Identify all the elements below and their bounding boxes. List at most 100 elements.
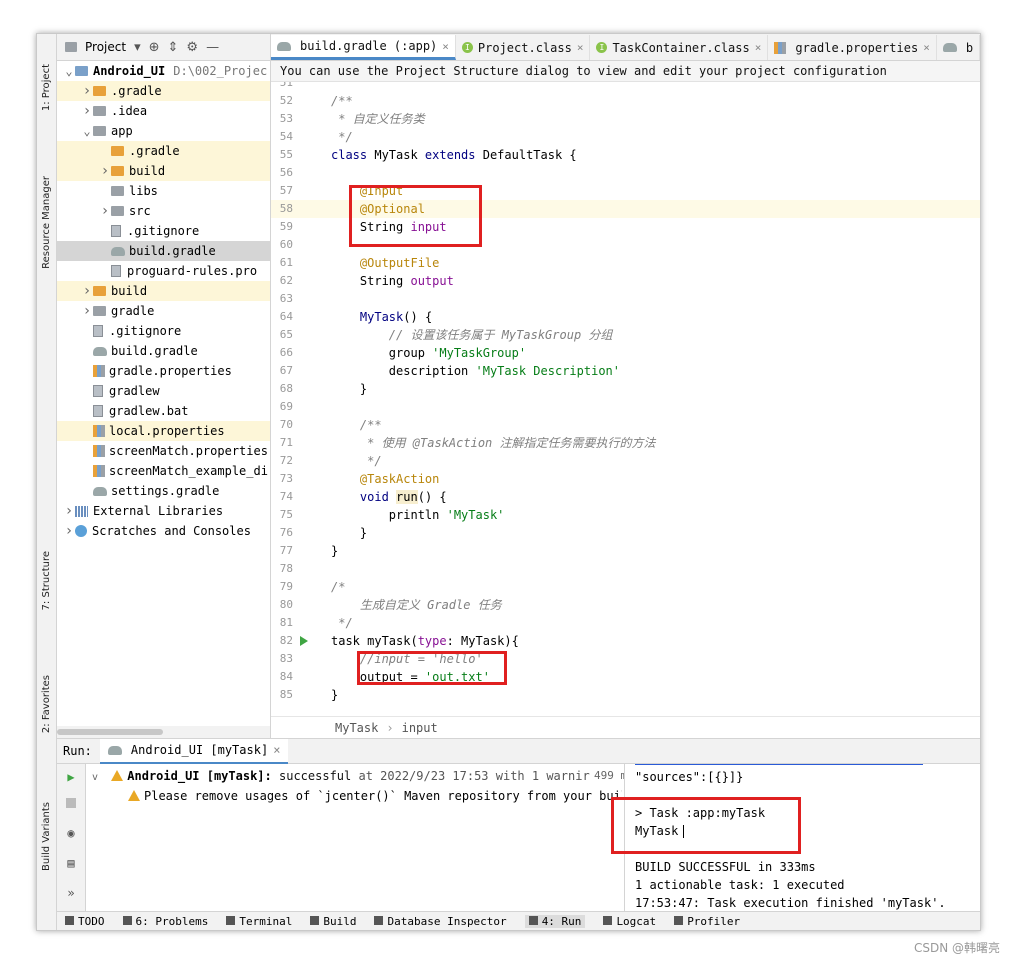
status-tab[interactable]: Terminal: [226, 915, 292, 928]
tree-item[interactable]: › gradle: [57, 301, 270, 321]
project-structure-banner[interactable]: You can use the Project Structure dialog…: [271, 61, 980, 82]
stop-icon[interactable]: [64, 796, 78, 810]
code-area[interactable]: 51 52/** 53 * 自定义任务类 54 */55 class MyTask ex…: [271, 82, 980, 715]
tree-item[interactable]: build.gradle: [57, 341, 270, 361]
code-line[interactable]: 68 }: [271, 380, 980, 398]
code-line[interactable]: 61 @OutputFile: [271, 254, 980, 272]
structure-tool-tab[interactable]: 7: Structure: [37, 526, 56, 636]
tree-item[interactable]: gradlew.bat: [57, 401, 270, 421]
chevron-right-icon[interactable]: ›: [63, 523, 75, 539]
tree-item[interactable]: › Scratches and Consoles: [57, 521, 270, 541]
tree-item[interactable]: settings.gradle: [57, 481, 270, 501]
editor-tab[interactable]: I TaskContainer.class ×: [590, 35, 769, 60]
tree-item[interactable]: .gradle: [57, 141, 270, 161]
status-tab[interactable]: Build: [310, 915, 356, 928]
status-tab[interactable]: 6: Problems: [122, 915, 208, 928]
editor-tab[interactable]: I Project.class ×: [456, 35, 591, 60]
tree-item[interactable]: gradlew: [57, 381, 270, 401]
run-gutter-icon[interactable]: [300, 636, 308, 646]
code-line[interactable]: 82 task myTask(type: MyTask){: [271, 632, 980, 650]
tree-item[interactable]: .gitignore: [57, 321, 270, 341]
tree-item[interactable]: gradle.properties: [57, 361, 270, 381]
horizontal-scrollbar[interactable]: [57, 726, 270, 738]
tree-item[interactable]: › build: [57, 161, 270, 181]
rerun-icon[interactable]: ▶: [64, 770, 78, 784]
status-tab[interactable]: Database Inspector: [374, 915, 507, 928]
code-line[interactable]: 72 */: [271, 452, 980, 470]
tree-item[interactable]: ⌄ app: [57, 121, 270, 141]
code-line[interactable]: 71 * 使用 @TaskAction 注解指定任务需要执行的方法: [271, 434, 980, 452]
more-icon[interactable]: »: [64, 886, 78, 900]
code-line[interactable]: 55 class MyTask extends DefaultTask {: [271, 146, 980, 164]
chevron-right-icon[interactable]: ›: [81, 283, 93, 299]
chevron-right-icon[interactable]: ›: [63, 503, 75, 519]
code-line[interactable]: 75 println 'MyTask': [271, 506, 980, 524]
chevron-down-icon[interactable]: ⌄: [81, 124, 93, 138]
editor-tab[interactable]: b: [937, 35, 980, 60]
code-line[interactable]: 51: [271, 82, 980, 92]
code-line[interactable]: 65 // 设置该任务属于 MyTaskGroup 分组: [271, 326, 980, 344]
code-line[interactable]: 79 /*: [271, 578, 980, 596]
code-line[interactable]: 77}: [271, 542, 980, 560]
editor-tab[interactable]: build.gradle (:app) ×: [271, 35, 456, 60]
tree-item[interactable]: › src: [57, 201, 270, 221]
build-tree-root[interactable]: v Android_UI [myTask]: successful at 202…: [92, 766, 590, 786]
tree-item[interactable]: › build: [57, 281, 270, 301]
close-icon[interactable]: ×: [273, 743, 280, 757]
code-line[interactable]: 56: [271, 164, 980, 182]
resource-manager-tool-tab[interactable]: Resource Manager: [37, 152, 56, 292]
code-line[interactable]: 78: [271, 560, 980, 578]
project-view-selector[interactable]: Project: [85, 40, 126, 54]
tree-item[interactable]: local.properties: [57, 421, 270, 441]
tree-item[interactable]: screenMatch.properties: [57, 441, 270, 461]
collapse-all-icon[interactable]: ⇕: [168, 40, 179, 55]
build-variants-tool-tab[interactable]: Build Variants: [37, 774, 56, 899]
code-line[interactable]: 69: [271, 398, 980, 416]
layout-icon[interactable]: ▤: [64, 856, 78, 870]
breadcrumb-field[interactable]: input: [402, 721, 438, 735]
close-icon[interactable]: ×: [755, 41, 762, 54]
tree-item[interactable]: screenMatch_example_di: [57, 461, 270, 481]
breadcrumb-class[interactable]: MyTask: [335, 721, 378, 735]
code-line[interactable]: 63: [271, 290, 980, 308]
code-line[interactable]: 76 }: [271, 524, 980, 542]
code-line[interactable]: 54 */: [271, 128, 980, 146]
chevron-right-icon[interactable]: ›: [99, 203, 111, 219]
locate-icon[interactable]: ⊕: [149, 40, 160, 55]
code-line[interactable]: 74 void run() {: [271, 488, 980, 506]
close-icon[interactable]: ×: [577, 41, 584, 54]
eye-icon[interactable]: ◉: [64, 826, 78, 840]
gear-icon[interactable]: ⚙: [186, 40, 198, 55]
chevron-right-icon[interactable]: ›: [81, 303, 93, 319]
project-tool-tab[interactable]: 1: Project: [37, 40, 56, 136]
chevron-down-icon[interactable]: v: [92, 772, 98, 783]
chevron-right-icon[interactable]: ›: [81, 83, 93, 99]
code-line[interactable]: 85}: [271, 686, 980, 704]
chevron-down-icon[interactable]: ⌄: [63, 64, 75, 78]
editor-tab[interactable]: gradle.properties ×: [768, 35, 937, 60]
code-line[interactable]: 62 String output: [271, 272, 980, 290]
code-line[interactable]: 53 * 自定义任务类: [271, 110, 980, 128]
chevron-right-icon[interactable]: ›: [99, 163, 111, 179]
tree-item[interactable]: › .idea: [57, 101, 270, 121]
hide-icon[interactable]: —: [206, 40, 219, 55]
chevron-right-icon[interactable]: ›: [81, 103, 93, 119]
tree-item[interactable]: .gitignore: [57, 221, 270, 241]
code-line[interactable]: 70 /**: [271, 416, 980, 434]
code-line[interactable]: 64 MyTask() {: [271, 308, 980, 326]
code-line[interactable]: 80 生成自定义 Gradle 任务: [271, 596, 980, 614]
code-line[interactable]: 81 */: [271, 614, 980, 632]
tree-item[interactable]: build.gradle: [57, 241, 270, 261]
chevron-down-icon[interactable]: ▾: [134, 40, 141, 55]
status-tab[interactable]: TODO: [65, 915, 105, 928]
tree-item[interactable]: › .gradle: [57, 81, 270, 101]
close-icon[interactable]: ×: [923, 41, 930, 54]
status-tab[interactable]: Profiler: [674, 915, 740, 928]
tree-item[interactable]: › External Libraries: [57, 501, 270, 521]
status-tab[interactable]: Logcat: [603, 915, 656, 928]
favorites-tool-tab[interactable]: 2: Favorites: [37, 654, 56, 754]
status-tab[interactable]: 4: Run: [524, 915, 586, 928]
build-warning-row[interactable]: Please remove usages of `jcenter()` Mave…: [128, 786, 622, 806]
close-icon[interactable]: ×: [442, 40, 449, 53]
run-tab[interactable]: Android_UI [myTask] ×: [99, 738, 289, 764]
